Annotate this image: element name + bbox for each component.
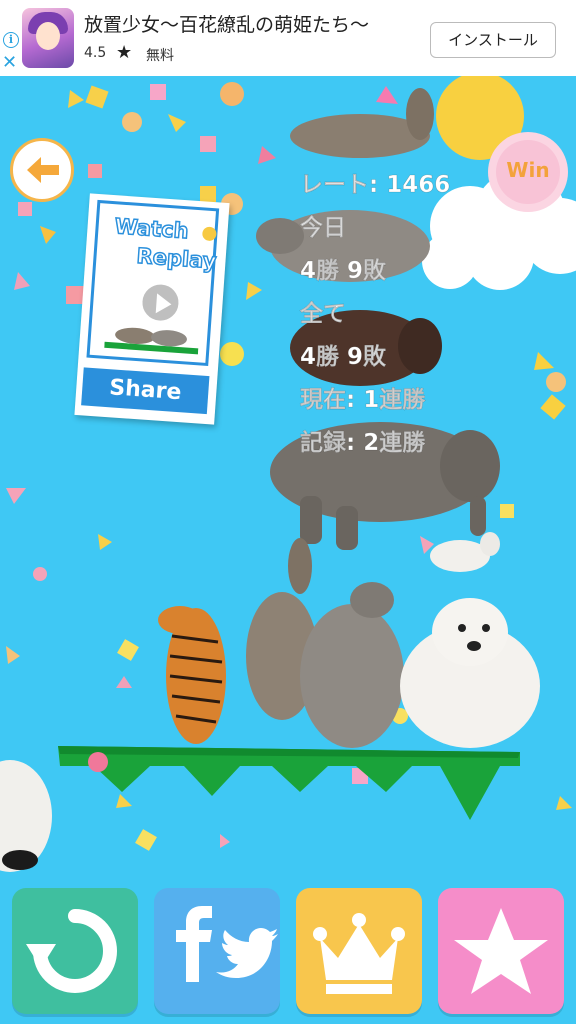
stats-panel: レート: 1466 今日 4勝 9敗 全て 4勝 9敗 現在: 1連勝 記録: … <box>300 164 451 465</box>
ad-banner[interactable]: i ✕ 放置少女〜百花繚乱の萌姫たち〜 4.5 ★ 無料 インストール <box>0 0 576 76</box>
close-icon[interactable]: ✕ <box>2 54 17 72</box>
share-button[interactable]: Share <box>81 367 210 415</box>
rate-text: レート: 1466 <box>300 172 451 199</box>
replay-card[interactable]: Watch Replay Share <box>74 193 230 425</box>
best-streak: 記録: 2連勝 <box>300 430 426 457</box>
ad-rating: 4.5 <box>84 45 107 61</box>
crown-icon <box>313 913 405 994</box>
restart-icon <box>26 909 117 993</box>
replay-thumbnail[interactable]: Watch Replay <box>86 199 220 367</box>
grass-platform <box>58 746 520 820</box>
total-record: 4勝 9敗 <box>300 344 387 371</box>
ad-title[interactable]: 放置少女〜百花繚乱の萌姫たち〜 <box>84 10 369 37</box>
bottom-toolbar <box>0 880 576 1024</box>
sun-icon <box>201 226 217 242</box>
install-button[interactable]: インストール <box>430 22 556 58</box>
current-streak: 現在: 1連勝 <box>300 387 426 414</box>
ad-app-icon[interactable] <box>22 8 74 68</box>
ad-price: 無料 <box>146 48 174 64</box>
back-arrow-icon <box>25 155 61 191</box>
star-icon <box>454 908 548 994</box>
watch-label: Watch <box>113 213 190 244</box>
facebook-icon <box>176 906 212 982</box>
play-icon[interactable] <box>138 280 183 325</box>
back-arrow-icon-svg <box>27 157 59 183</box>
rating-star-icon: ★ <box>116 42 133 63</box>
review-button[interactable] <box>438 888 564 1014</box>
back-button[interactable] <box>10 138 74 202</box>
today-label: 今日 <box>300 215 347 242</box>
ranking-button[interactable] <box>296 888 422 1014</box>
total-label: 全て <box>300 301 347 328</box>
today-record: 4勝 9敗 <box>300 258 387 285</box>
replay-label: Replay <box>135 243 218 274</box>
twitter-icon <box>216 928 278 978</box>
win-badge: Win <box>486 132 570 216</box>
restart-button[interactable] <box>12 888 138 1014</box>
facebook-twitter-icon <box>176 906 278 982</box>
win-label: Win <box>506 158 550 182</box>
social-share-button[interactable] <box>154 888 280 1014</box>
info-icon[interactable]: i <box>3 32 19 48</box>
ad-choices[interactable]: i ✕ <box>0 30 20 76</box>
replay-preview-scene <box>104 327 199 355</box>
